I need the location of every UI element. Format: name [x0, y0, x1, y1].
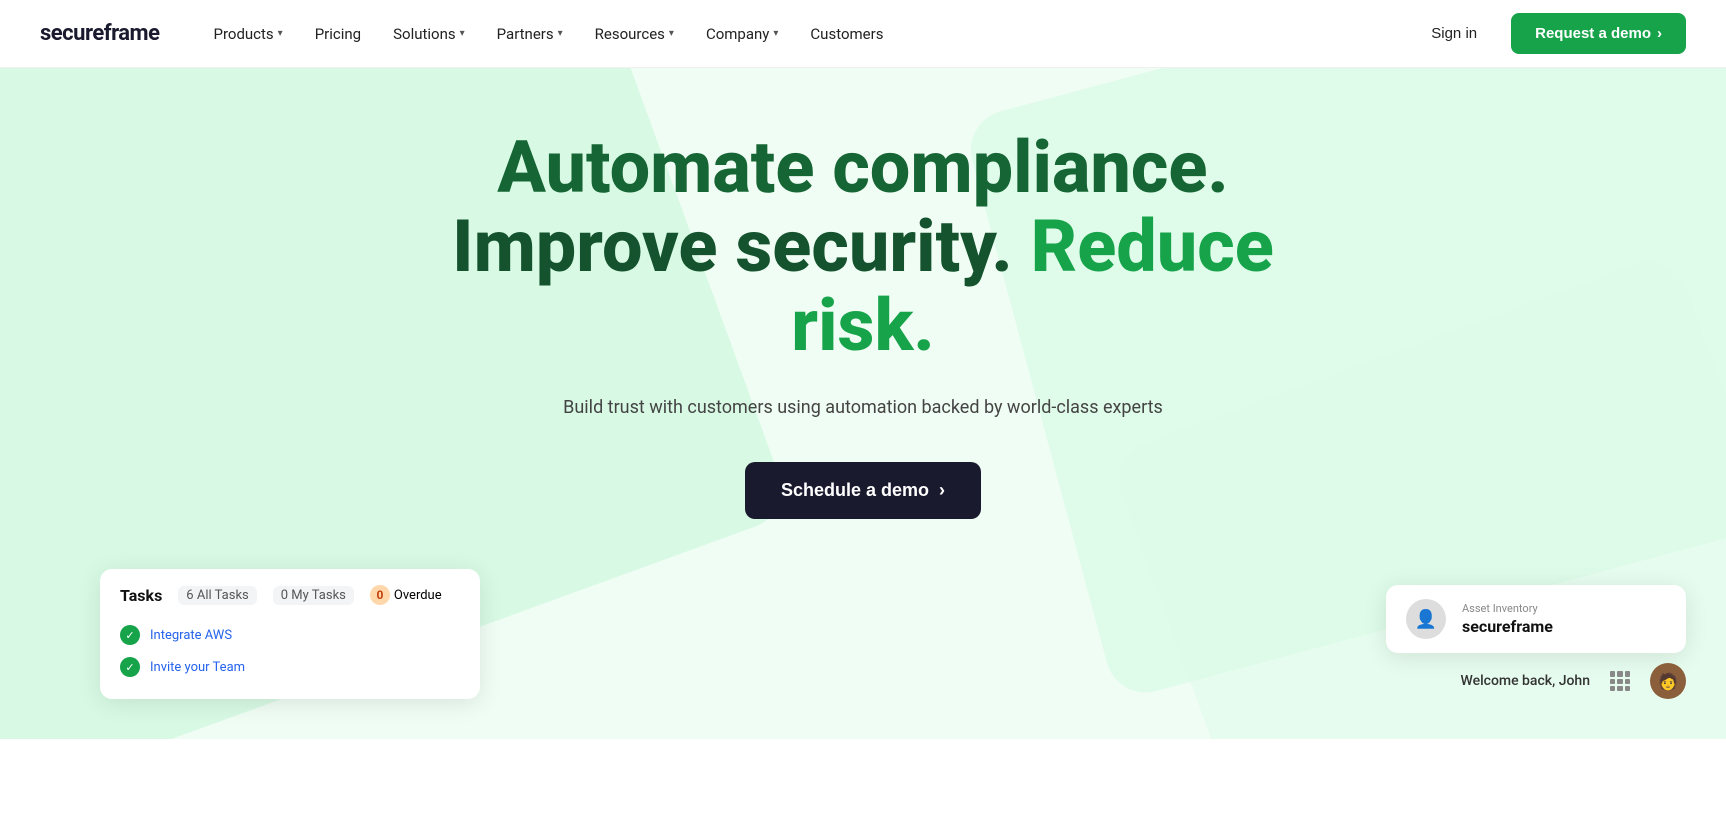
nav-item-partners[interactable]: Partners ▾	[483, 17, 577, 51]
chevron-down-icon: ▾	[460, 28, 465, 39]
request-demo-button[interactable]: Request a demo ›	[1511, 13, 1686, 54]
hero-section: Automate compliance. Improve security. R…	[0, 68, 1726, 739]
hero-content: Automate compliance. Improve security. R…	[413, 128, 1313, 519]
headline-line2: Improve security. Reduce risk.	[413, 207, 1313, 365]
sign-in-button[interactable]: Sign in	[1417, 17, 1491, 50]
welcome-text: Welcome back, John	[1460, 673, 1590, 689]
asset-avatar: 👤	[1406, 599, 1446, 639]
nav-item-customers[interactable]: Customers	[796, 17, 897, 51]
arrow-icon: ›	[1657, 25, 1662, 42]
asset-inventory-card: 👤 Asset Inventory secureframe	[1386, 585, 1686, 653]
nav-menu: Products ▾ Pricing Solutions ▾ Partners …	[199, 17, 1417, 51]
chevron-down-icon: ▾	[278, 28, 283, 39]
check-icon-1: ✓	[120, 625, 140, 645]
overdue-count: 0 Overdue	[370, 585, 442, 605]
hero-headline: Automate compliance. Improve security. R…	[413, 128, 1313, 366]
nav-item-company[interactable]: Company ▾	[692, 17, 792, 51]
tasks-header: Tasks 6 All Tasks 0 My Tasks 0 Overdue	[120, 585, 460, 605]
arrow-icon: ›	[939, 480, 945, 501]
hero-subtext: Build trust with customers using automat…	[413, 394, 1313, 423]
nav-item-solutions[interactable]: Solutions ▾	[379, 17, 479, 51]
tasks-title: Tasks	[120, 586, 162, 605]
chevron-down-icon: ▾	[558, 28, 563, 39]
task-row-1: ✓ Integrate AWS	[120, 619, 460, 651]
asset-inventory-label: Asset Inventory	[1462, 602, 1666, 615]
tasks-preview-card: Tasks 6 All Tasks 0 My Tasks 0 Overdue ✓…	[100, 569, 480, 699]
headline-line1: Automate compliance.	[413, 128, 1313, 207]
task-link-1[interactable]: Integrate AWS	[150, 628, 232, 643]
user-avatar[interactable]: 🧑	[1650, 663, 1686, 699]
nav-item-pricing[interactable]: Pricing	[301, 17, 375, 51]
asset-inventory-logo: secureframe	[1462, 617, 1666, 636]
nav-item-resources[interactable]: Resources ▾	[581, 17, 688, 51]
asset-card-info: Asset Inventory secureframe	[1462, 602, 1666, 636]
nav-item-products[interactable]: Products ▾	[199, 17, 296, 51]
schedule-demo-button[interactable]: Schedule a demo ›	[745, 462, 981, 519]
all-tasks-count: 6 All Tasks	[178, 586, 256, 605]
hero-preview-area: Tasks 6 All Tasks 0 My Tasks 0 Overdue ✓…	[40, 569, 1686, 699]
chevron-down-icon: ▾	[669, 28, 674, 39]
chevron-down-icon: ▾	[773, 28, 778, 39]
task-row-2: ✓ Invite your Team	[120, 651, 460, 683]
welcome-row: Welcome back, John 🧑	[1460, 663, 1686, 699]
grid-icon[interactable]	[1610, 671, 1630, 691]
check-icon-2: ✓	[120, 657, 140, 677]
my-tasks-count: 0 My Tasks	[273, 586, 354, 605]
overdue-badge: 0	[370, 585, 390, 605]
navbar: secureframe Products ▾ Pricing Solutions…	[0, 0, 1726, 68]
logo[interactable]: secureframe	[40, 21, 159, 46]
task-link-2[interactable]: Invite your Team	[150, 660, 245, 675]
navbar-actions: Sign in Request a demo ›	[1417, 13, 1686, 54]
